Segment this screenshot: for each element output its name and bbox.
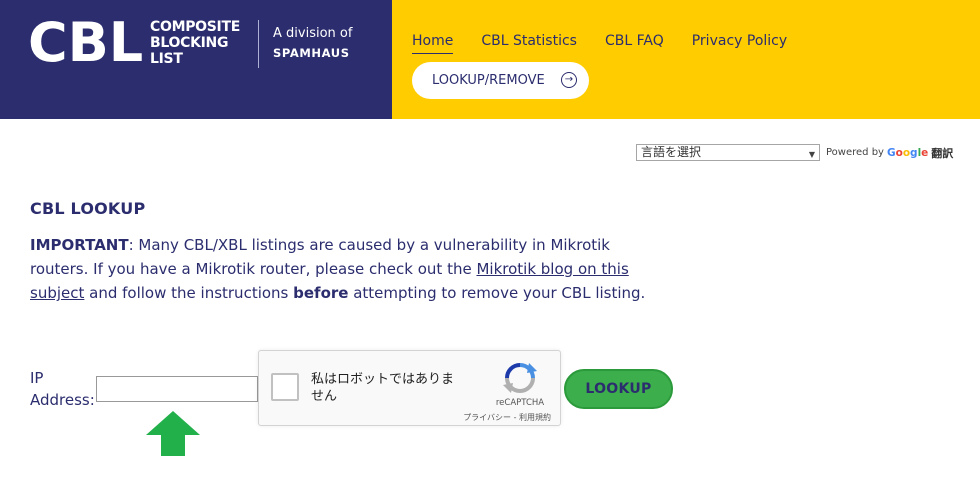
recaptcha-checkbox[interactable] [271,373,299,401]
division-text: A division of [273,26,353,41]
powered-by-text: Powered by [826,147,884,158]
recaptcha-widget: 私はロボットではありません reCAPTCHA プライバシー - 利用規約 [258,350,561,426]
lookup-remove-button[interactable]: LOOKUP/REMOVE → [412,62,589,99]
recaptcha-logo-icon [503,363,537,393]
before-text: before [293,284,349,302]
chevron-down-icon: ▼ [808,150,815,159]
translate-label: 翻訳 [931,146,954,160]
cbl-logo[interactable]: CBL [28,11,143,75]
site-header: CBL COMPOSITE BLOCKING LIST A division o… [0,0,980,119]
ip-address-label: IP Address: [30,369,95,409]
up-arrow-icon [146,411,200,456]
spamhaus-logo: SPAMHAUS [273,46,350,60]
nav-cbl-faq[interactable]: CBL FAQ [605,33,664,54]
lookup-button[interactable]: LOOKUP [564,369,673,409]
brand-panel: CBL COMPOSITE BLOCKING LIST A division o… [0,0,392,119]
recaptcha-brand: reCAPTCHA [495,398,545,408]
logo-subtitle: COMPOSITE BLOCKING LIST [150,19,240,67]
important-text-3: attempting to remove your CBL listing. [348,284,646,302]
page-title: CBL LOOKUP [30,199,146,218]
lookup-remove-label: LOOKUP/REMOVE [432,73,545,88]
recaptcha-privacy-links[interactable]: プライバシー - 利用規約 [439,412,551,423]
language-select[interactable]: 言語を選択 ▼ [636,144,820,161]
nav-home[interactable]: Home [412,33,454,54]
circle-arrow-right-icon: → [561,72,577,88]
logo-line-1: COMPOSITE [150,19,240,35]
nav-area: Home CBL Statistics CBL FAQ Privacy Poli… [392,0,980,119]
logo-line-2: BLOCKING [150,35,229,51]
google-logo[interactable]: Google [887,147,928,159]
logo-line-3: LIST [150,51,183,67]
language-select-value: 言語を選択 [641,145,702,159]
important-label: IMPORTANT [30,236,129,254]
nav-cbl-statistics[interactable]: CBL Statistics [481,33,577,54]
ip-address-input[interactable] [96,376,258,402]
important-notice: IMPORTANT: Many CBL/XBL listings are cau… [30,233,650,305]
important-text-2: and follow the instructions [84,284,294,302]
logo-divider [258,20,259,68]
google-translate-widget: 言語を選択 ▼ Powered by Google 翻訳 [636,144,953,161]
main-nav: Home CBL Statistics CBL FAQ Privacy Poli… [412,33,815,54]
powered-by-google: Powered by Google 翻訳 [826,145,953,161]
recaptcha-label: 私はロボットではありません [311,372,455,404]
nav-privacy-policy[interactable]: Privacy Policy [692,33,787,54]
